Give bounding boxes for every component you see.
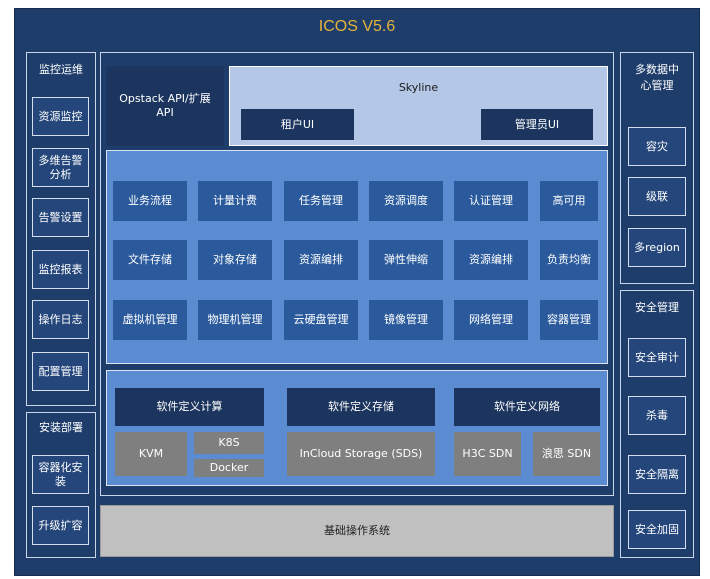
upgrade-expand-item[interactable]: 升级扩容 <box>32 506 89 545</box>
feature-resource-scheduling[interactable]: 资源调度 <box>369 181 443 221</box>
feature-image-management[interactable]: 镜像管理 <box>369 300 443 340</box>
monitor-ops-title: 监控运维 <box>39 63 83 76</box>
docker-box[interactable]: Docker <box>194 459 264 477</box>
security-audit-item[interactable]: 安全审计 <box>628 338 686 377</box>
multi-alarm-analysis-item[interactable]: 多维告警 分析 <box>32 148 89 187</box>
diagram-title: ICOS V5.6 <box>318 18 396 35</box>
feature-cloud-disk-management[interactable]: 云硬盘管理 <box>284 300 358 340</box>
security-title: 安全管理 <box>635 301 679 314</box>
feature-business-flow[interactable]: 业务流程 <box>113 181 187 221</box>
resource-monitor-item[interactable]: 资源监控 <box>32 97 89 136</box>
install-deploy-title: 安装部署 <box>39 421 83 434</box>
alarm-settings-item[interactable]: 告警设置 <box>32 198 89 237</box>
security-hardening-item[interactable]: 安全加固 <box>628 510 686 549</box>
feature-load-balancing[interactable]: 负责均衡 <box>540 240 598 280</box>
k8s-box[interactable]: K8S <box>194 432 264 454</box>
feature-container-management[interactable]: 容器管理 <box>540 300 598 340</box>
feature-network-management[interactable]: 网络管理 <box>454 300 528 340</box>
operation-log-item[interactable]: 操作日志 <box>32 300 89 339</box>
cascade-item[interactable]: 级联 <box>628 177 686 216</box>
tenant-ui-box[interactable]: 租户UI <box>241 109 354 140</box>
admin-ui-box[interactable]: 管理员UI <box>481 109 593 140</box>
kvm-box[interactable]: KVM <box>115 432 187 476</box>
feature-auth-management[interactable]: 认证管理 <box>454 181 528 221</box>
opstack-api-box[interactable]: Opstack API/扩展 API <box>106 66 224 146</box>
base-os-box[interactable]: 基础操作系统 <box>100 505 614 557</box>
feature-physical-machine-management[interactable]: 物理机管理 <box>198 300 272 340</box>
skyline-title: Skyline <box>398 81 439 94</box>
antivirus-item[interactable]: 杀毒 <box>628 396 686 435</box>
sd-compute-box[interactable]: 软件定义计算 <box>115 388 264 426</box>
monitor-report-item[interactable]: 监控报表 <box>32 250 89 289</box>
config-management-item[interactable]: 配置管理 <box>32 352 89 391</box>
feature-elastic-scaling[interactable]: 弹性伸缩 <box>369 240 443 280</box>
security-isolation-item[interactable]: 安全隔离 <box>628 455 686 494</box>
feature-task-management[interactable]: 任务管理 <box>284 181 358 221</box>
multi-region-item[interactable]: 多region <box>628 228 686 267</box>
feature-file-storage[interactable]: 文件存储 <box>113 240 187 280</box>
h3c-sdn-box[interactable]: H3C SDN <box>454 432 521 476</box>
feature-high-availability[interactable]: 高可用 <box>540 181 598 221</box>
feature-vm-management[interactable]: 虚拟机管理 <box>113 300 187 340</box>
feature-resource-orchestration[interactable]: 资源编排 <box>284 240 358 280</box>
disaster-recovery-item[interactable]: 容灾 <box>628 127 686 166</box>
feature-metering-billing[interactable]: 计量计费 <box>198 181 272 221</box>
multi-dc-title: 多数据中 心管理 <box>635 63 679 92</box>
incloud-storage-box[interactable]: InCloud Storage (SDS) <box>287 432 435 476</box>
sd-network-box[interactable]: 软件定义网络 <box>454 388 600 426</box>
feature-object-storage[interactable]: 对象存储 <box>198 240 272 280</box>
container-install-item[interactable]: 容器化安 装 <box>32 455 89 494</box>
langsi-sdn-box[interactable]: 浪思 SDN <box>533 432 600 476</box>
feature-resource-orchestration-2[interactable]: 资源编排 <box>454 240 528 280</box>
sd-storage-box[interactable]: 软件定义存储 <box>287 388 435 426</box>
